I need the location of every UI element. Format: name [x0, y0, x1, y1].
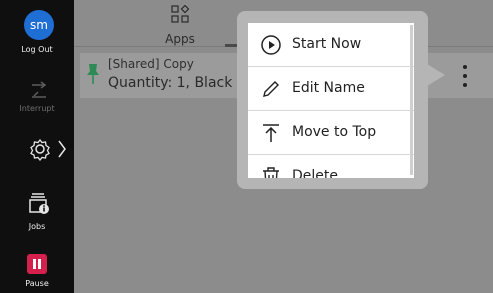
left-sidebar: sm Log Out Interrupt Jobs Pause	[0, 0, 74, 293]
logout-label[interactable]: Log Out	[0, 45, 74, 54]
menu-item-delete[interactable]: Delete	[248, 155, 414, 178]
context-menu-list: Start Now Edit Name Move to Top Delete	[248, 23, 414, 178]
interrupt-icon[interactable]	[28, 78, 50, 100]
menu-scrollbar[interactable]	[410, 25, 413, 175]
menu-item-label: Move to Top	[292, 124, 377, 140]
menu-item-label: Edit Name	[292, 80, 365, 96]
job-name: [Shared] Copy	[108, 57, 194, 71]
menu-item-edit-name[interactable]: Edit Name	[248, 67, 414, 111]
job-detail: Quantity: 1, Black &	[108, 75, 248, 91]
pin-icon	[87, 64, 99, 84]
apps-grid-icon	[171, 5, 189, 23]
pencil-icon	[263, 81, 279, 97]
jobs-label: Jobs	[28, 222, 46, 231]
jobs-icon[interactable]	[28, 190, 50, 216]
menu-item-start-now[interactable]: Start Now	[248, 23, 414, 67]
chevron-right-icon[interactable]	[56, 137, 68, 161]
pause-label: Pause	[25, 279, 49, 288]
tab-apps-label: Apps	[165, 32, 195, 46]
play-circle-icon	[261, 35, 281, 55]
move-to-top-icon	[263, 124, 279, 142]
gear-icon[interactable]	[28, 137, 52, 161]
menu-item-label: Delete	[292, 168, 338, 178]
interrupt-label: Interrupt	[19, 104, 55, 113]
tab-apps[interactable]: Apps	[150, 0, 210, 46]
more-options-icon[interactable]	[456, 63, 474, 89]
pause-button[interactable]	[27, 254, 47, 274]
menu-item-move-to-top[interactable]: Move to Top	[248, 111, 414, 155]
menu-item-label: Start Now	[292, 36, 362, 52]
user-avatar[interactable]: sm	[24, 10, 54, 40]
popup-arrow	[427, 64, 445, 86]
trash-icon	[263, 167, 279, 178]
